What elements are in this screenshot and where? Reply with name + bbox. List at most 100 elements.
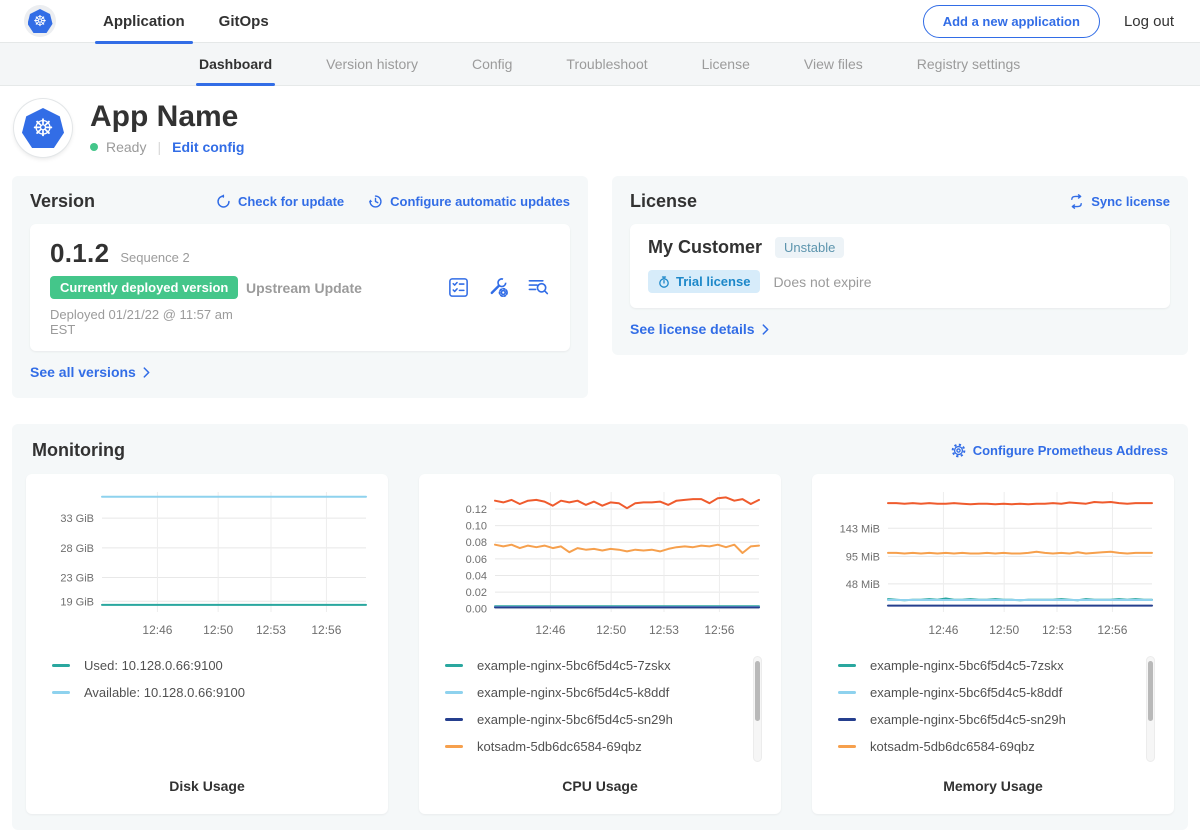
legend-item: example-nginx-5bc6f5d4c5-7zskx [838, 658, 1128, 673]
see-license-details-link[interactable]: See license details [630, 321, 769, 337]
legend-scrollbar[interactable] [1146, 656, 1155, 762]
disk-usage-chart: 33 GiB28 GiB23 GiB19 GiB12:4612:5012:531… [40, 484, 374, 644]
cpu-usage-chart-title: CPU Usage [431, 766, 769, 802]
svg-text:0.10: 0.10 [466, 521, 487, 533]
config-wrench-icon[interactable] [487, 276, 510, 299]
legend-item: example-nginx-5bc6f5d4c5-7zskx [445, 658, 735, 673]
legend-label: example-nginx-5bc6f5d4c5-7zskx [870, 658, 1064, 673]
see-license-details-label: See license details [630, 321, 755, 337]
legend-color-dash [445, 745, 463, 748]
tab-version-history[interactable]: Version history [299, 43, 445, 85]
tab-view-files[interactable]: View files [777, 43, 890, 85]
view-diff-icon[interactable] [527, 276, 550, 299]
legend-scrollbar[interactable] [753, 656, 762, 762]
kubernetes-app-icon: ☸ [22, 108, 64, 148]
version-source-label: Upstream Update [246, 280, 447, 296]
svg-text:23 GiB: 23 GiB [60, 573, 94, 585]
status-dot [90, 143, 98, 151]
svg-text:12:56: 12:56 [704, 623, 734, 637]
legend-item: kotsadm-5db6dc6584-69qbz [838, 739, 1128, 754]
configure-prometheus-link[interactable]: Configure Prometheus Address [951, 443, 1168, 458]
edit-config-link[interactable]: Edit config [172, 139, 244, 155]
app-section-tabs: Dashboard Version history Config Trouble… [0, 43, 1200, 86]
dashboard-content: Version Check for update [0, 172, 1200, 830]
legend-color-dash [838, 691, 856, 694]
legend-item: Used: 10.128.0.66:9100 [52, 658, 342, 673]
tab-gitops[interactable]: GitOps [202, 0, 286, 42]
license-card: License Sync license My Cust [612, 176, 1188, 355]
sync-license-label: Sync license [1091, 194, 1170, 209]
schedule-update-icon [368, 194, 383, 209]
tab-application[interactable]: Application [86, 0, 202, 42]
tab-dashboard-label: Dashboard [199, 56, 272, 72]
svg-text:12:56: 12:56 [311, 623, 341, 637]
check-for-update-link[interactable]: Check for update [216, 194, 344, 209]
legend-scrollbar-thumb[interactable] [755, 661, 760, 721]
disk-usage-chart-title: Disk Usage [38, 766, 376, 802]
memory-usage-chart-title: Memory Usage [824, 766, 1162, 802]
legend-scrollbar-thumb[interactable] [1148, 661, 1153, 721]
trial-license-badge: Trial license [648, 270, 760, 293]
log-out-link[interactable]: Log out [1124, 13, 1174, 30]
cpu-usage-chart-card: 0.120.100.080.060.040.020.0012:4612:5012… [419, 474, 781, 814]
app-avatar: ☸ [14, 99, 72, 157]
legend-item: example-nginx-5bc6f5d4c5-k8ddf [838, 685, 1128, 700]
tab-license-label: License [702, 56, 750, 72]
legend-color-dash [838, 718, 856, 721]
chevron-right-icon [143, 367, 150, 378]
deployed-timestamp: Deployed 01/21/22 @ 11:57 am EST [50, 307, 246, 337]
legend-label: example-nginx-5bc6f5d4c5-k8ddf [477, 685, 669, 700]
kubernetes-logo[interactable]: ☸ [24, 5, 56, 37]
tab-registry-settings[interactable]: Registry settings [890, 43, 1047, 85]
legend-label: example-nginx-5bc6f5d4c5-sn29h [870, 712, 1066, 727]
legend-label: kotsadm-5db6dc6584-69qbz [477, 739, 642, 754]
add-new-application-button[interactable]: Add a new application [923, 5, 1100, 38]
configure-automatic-updates-link[interactable]: Configure automatic updates [368, 194, 570, 209]
tab-config-label: Config [472, 56, 512, 72]
license-card-title: License [630, 191, 697, 212]
check-for-update-label: Check for update [238, 194, 344, 209]
legend-color-dash [838, 745, 856, 748]
trial-license-label: Trial license [676, 274, 750, 289]
legend-label: Available: 10.128.0.66:9100 [84, 685, 245, 700]
svg-text:48 MiB: 48 MiB [846, 579, 880, 591]
release-notes-icon[interactable] [447, 276, 470, 299]
tab-application-label: Application [103, 13, 185, 30]
svg-text:0.00: 0.00 [466, 604, 487, 616]
legend-color-dash [445, 664, 463, 667]
svg-text:12:56: 12:56 [1097, 623, 1127, 637]
customer-name: My Customer [648, 237, 762, 258]
svg-text:0.12: 0.12 [466, 504, 487, 516]
gear-icon [951, 443, 966, 458]
sync-license-link[interactable]: Sync license [1069, 194, 1170, 209]
svg-text:12:50: 12:50 [989, 623, 1019, 637]
legend-item: kotsadm-5db6dc6584-69qbz [445, 739, 735, 754]
legend-label: kotsadm-5db6dc6584-69qbz [870, 739, 1035, 754]
kubernetes-logo-icon: ☸ [28, 9, 53, 33]
tab-view-files-label: View files [804, 56, 863, 72]
top-nav: ☸ Application GitOps Add a new applicati… [0, 0, 1200, 43]
svg-text:12:53: 12:53 [1042, 623, 1072, 637]
channel-badge: Unstable [775, 237, 844, 258]
svg-text:12:46: 12:46 [928, 623, 958, 637]
see-all-versions-label: See all versions [30, 364, 136, 380]
tab-troubleshoot[interactable]: Troubleshoot [539, 43, 674, 85]
svg-text:19 GiB: 19 GiB [60, 596, 94, 608]
see-all-versions-link[interactable]: See all versions [30, 364, 150, 380]
configure-prometheus-label: Configure Prometheus Address [973, 443, 1168, 458]
tab-dashboard[interactable]: Dashboard [172, 43, 299, 85]
version-number: 0.1.2 [50, 238, 109, 269]
svg-text:12:50: 12:50 [203, 623, 233, 637]
svg-text:12:53: 12:53 [256, 623, 286, 637]
tab-registry-settings-label: Registry settings [917, 56, 1020, 72]
tab-license[interactable]: License [675, 43, 777, 85]
svg-text:12:46: 12:46 [535, 623, 565, 637]
legend-item: example-nginx-5bc6f5d4c5-sn29h [445, 712, 735, 727]
status-label: Ready [106, 139, 146, 155]
tab-config[interactable]: Config [445, 43, 539, 85]
current-version-row: 0.1.2 Sequence 2 Currently deployed vers… [30, 224, 570, 351]
svg-text:28 GiB: 28 GiB [60, 543, 94, 555]
svg-text:143 MiB: 143 MiB [840, 523, 880, 535]
legend-item: example-nginx-5bc6f5d4c5-sn29h [838, 712, 1128, 727]
svg-text:12:46: 12:46 [142, 623, 172, 637]
